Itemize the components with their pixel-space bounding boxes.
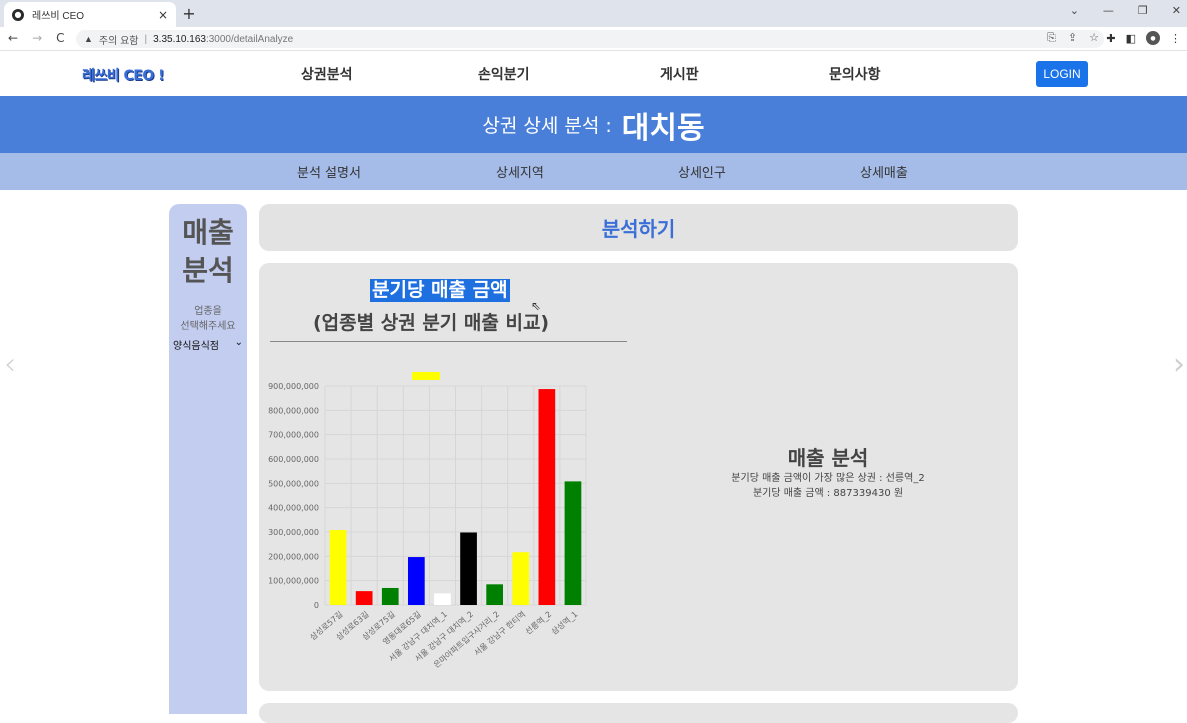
nav-commercial-analysis[interactable]: 상권분석 xyxy=(301,64,353,84)
site-favicon-icon: ● xyxy=(12,8,24,21)
nav-board[interactable]: 게시판 xyxy=(660,64,699,84)
banner-label: 상권 상세 분석 : xyxy=(482,115,612,137)
security-label[interactable]: 주의 요함 xyxy=(99,32,139,47)
analyze-heading: 분석하기 xyxy=(259,204,1018,251)
chart-bar xyxy=(434,593,451,605)
sidebar-hint-line2: 선택해주세요 xyxy=(180,321,236,332)
sidebar-title-line1: 매출 xyxy=(182,216,234,249)
y-tick-label: 400,000,000 xyxy=(268,504,319,513)
y-tick-label: 300,000,000 xyxy=(268,528,319,537)
sidebar-hint: 업종을 선택해주세요 xyxy=(169,304,247,334)
forward-icon[interactable]: → xyxy=(32,31,42,45)
chevron-down-icon: ⌄ xyxy=(234,337,243,348)
chart-bar xyxy=(486,584,504,605)
tab-search-icon[interactable]: ⌄ xyxy=(1070,4,1079,17)
y-tick-label: 600,000,000 xyxy=(268,455,319,464)
url-path: :3000/detailAnalyze xyxy=(205,33,294,45)
translate-icon[interactable]: ⎘ xyxy=(1047,31,1056,45)
subnav-region[interactable]: 상세지역 xyxy=(496,162,544,181)
sidebar-title-line2: 분석 xyxy=(182,254,234,287)
industry-select[interactable]: 양식음식점 ⌄ xyxy=(169,337,247,352)
reload-icon[interactable]: C xyxy=(56,31,64,45)
chart-title-selected: 분기당 매출 금액 xyxy=(370,279,510,302)
chart-bar xyxy=(329,530,347,605)
chart-bar xyxy=(512,552,530,605)
restore-button[interactable]: ❐ xyxy=(1138,4,1148,17)
login-button[interactable]: LOGIN xyxy=(1036,61,1088,87)
chart-subtitle: (업종별 상권 분기 매출 비교) xyxy=(313,312,550,334)
y-tick-label: 100,000,000 xyxy=(268,577,319,586)
chart-bar xyxy=(381,587,399,605)
sub-navigation: 분석 설명서 상세지역 상세인구 상세매출 xyxy=(0,153,1187,190)
extensions-icon[interactable]: ✚ xyxy=(1106,32,1115,45)
y-tick-label: 500,000,000 xyxy=(268,479,319,488)
warning-icon[interactable]: ▲ xyxy=(84,34,93,44)
site-logo[interactable]: 레쓰비 CEO ! xyxy=(82,65,165,85)
chart-bar xyxy=(407,557,425,605)
subnav-guide[interactable]: 분석 설명서 xyxy=(297,162,361,181)
address-bar[interactable]: ▲ 주의 요함 | 3.35.10.163 :3000/detailAnalyz… xyxy=(76,30,1104,48)
y-tick-label: 800,000,000 xyxy=(268,406,319,415)
new-tab-button[interactable]: + xyxy=(180,4,198,23)
sales-bar-chart: 0 100,000,000 200,000,000 300,000,000 400,00… xyxy=(268,382,587,670)
district-name: 대치동 xyxy=(621,110,705,146)
carousel-prev-icon[interactable]: ‹ xyxy=(4,347,16,382)
chart-bar xyxy=(564,481,582,605)
sidebar-hint-line1: 업종을 xyxy=(194,306,222,317)
bookmark-star-icon[interactable]: ☆ xyxy=(1089,31,1099,45)
browser-menu-icon[interactable]: ⋮ xyxy=(1170,32,1181,45)
carousel-next-icon[interactable]: › xyxy=(1173,347,1185,382)
browser-tabbar: ● 레쓰비 CEO × + ⌄ — ❐ ✕ xyxy=(0,0,1187,27)
side-panel-icon[interactable]: ◧ xyxy=(1126,32,1136,45)
x-tick-label: 선릉역_2 xyxy=(523,609,553,637)
close-window-button[interactable]: ✕ xyxy=(1172,4,1181,17)
window-controls: ⌄ — ❐ ✕ xyxy=(1070,4,1181,17)
tab-title: 레쓰비 CEO xyxy=(32,11,85,22)
nav-inquiry[interactable]: 문의사항 xyxy=(829,64,881,84)
url-separator: | xyxy=(144,33,148,45)
site-header: 레쓰비 CEO ! 상권분석 손익분기 게시판 문의사항 LOGIN xyxy=(0,51,1187,96)
back-icon[interactable]: ← xyxy=(8,31,18,45)
y-tick-label: 0 xyxy=(314,601,319,610)
chart-bar xyxy=(538,389,556,605)
sales-summary: 매출 분석 분기당 매출 금액이 가장 많은 상권 : 선릉역_2 분기당 매출… xyxy=(700,442,956,501)
y-tick-label: 700,000,000 xyxy=(268,431,319,440)
sales-sidebar: 매출 분석 업종을 선택해주세요 양식음식점 ⌄ xyxy=(169,204,247,714)
profile-avatar-icon[interactable]: ● xyxy=(1146,31,1160,45)
browser-toolbar: ← → C ▲ 주의 요함 | 3.35.10.163 :3000/detail… xyxy=(0,27,1187,51)
url-host: 3.35.10.163 xyxy=(153,33,206,45)
summary-top-area: 분기당 매출 금액이 가장 많은 상권 : 선릉역_2 xyxy=(731,473,925,484)
x-tick-label: 삼성역_1 xyxy=(549,609,579,637)
share-icon[interactable]: ⇪ xyxy=(1068,31,1077,45)
title-divider xyxy=(270,341,627,342)
y-tick-label: 900,000,000 xyxy=(268,382,319,391)
next-panel xyxy=(259,703,1018,723)
subnav-sales[interactable]: 상세매출 xyxy=(860,162,908,181)
subnav-population[interactable]: 상세인구 xyxy=(678,162,726,181)
summary-top-amount: 분기당 매출 금액 : 887339430 원 xyxy=(752,488,904,499)
industry-select-value: 양식음식점 xyxy=(173,341,219,352)
browser-tab[interactable]: ● 레쓰비 CEO × xyxy=(4,2,176,27)
page-banner: 상권 상세 분석 : 대치동 xyxy=(0,96,1187,153)
tab-close-icon[interactable]: × xyxy=(158,8,168,22)
chart-bar xyxy=(460,532,477,605)
y-tick-label: 200,000,000 xyxy=(268,552,319,561)
minimize-button[interactable]: — xyxy=(1103,4,1114,17)
mouse-cursor-icon: ⇖ xyxy=(531,299,542,313)
chart-bar xyxy=(355,591,373,605)
nav-break-even[interactable]: 손익분기 xyxy=(478,64,530,84)
summary-title: 매출 분석 xyxy=(787,446,869,470)
